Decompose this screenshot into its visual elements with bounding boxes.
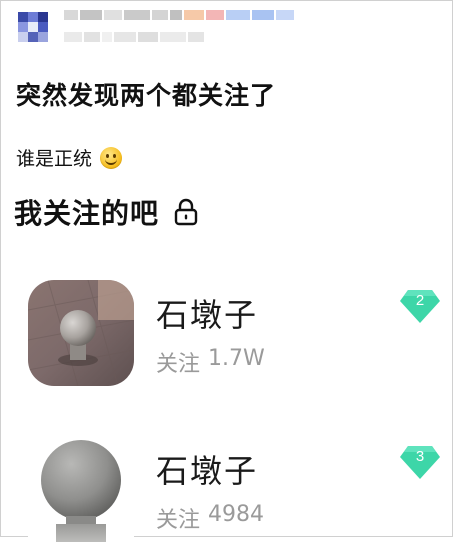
level-badge: 2 bbox=[398, 286, 442, 326]
level-number: 2 bbox=[415, 292, 425, 309]
lock-icon bbox=[174, 198, 198, 226]
level-badge: 3 bbox=[398, 442, 442, 482]
post-title: 突然发现两个都关注了 bbox=[16, 81, 277, 110]
follow-count: 1.7W bbox=[208, 346, 265, 371]
forum-follow-stats: 关注 1.7W bbox=[156, 346, 265, 378]
follow-label: 关注 bbox=[156, 352, 201, 377]
section-heading: 我关注的吧 bbox=[14, 192, 199, 232]
post-body: 谁是正统 bbox=[16, 144, 123, 171]
author-avatar[interactable] bbox=[18, 12, 48, 42]
followed-forum-item[interactable]: 石墩子 关注 4984 3 bbox=[24, 436, 444, 542]
follow-label: 关注 bbox=[156, 508, 201, 533]
author-name-redacted bbox=[64, 10, 296, 20]
forum-name[interactable]: 石墩子 bbox=[156, 446, 258, 492]
forum-avatar[interactable] bbox=[28, 436, 134, 542]
section-title: 我关注的吧 bbox=[14, 197, 160, 230]
forum-avatar[interactable] bbox=[28, 280, 134, 386]
level-number: 3 bbox=[415, 448, 425, 465]
follow-count: 4984 bbox=[208, 502, 265, 527]
post-text: 谁是正统 bbox=[16, 148, 93, 170]
forum-follow-stats: 关注 4984 bbox=[156, 502, 264, 534]
smile-emoji-icon bbox=[100, 146, 123, 169]
forum-name[interactable]: 石墩子 bbox=[156, 290, 258, 336]
author-meta-redacted bbox=[64, 32, 206, 42]
followed-forum-item[interactable]: 石墩子 关注 1.7W 2 bbox=[24, 280, 444, 386]
